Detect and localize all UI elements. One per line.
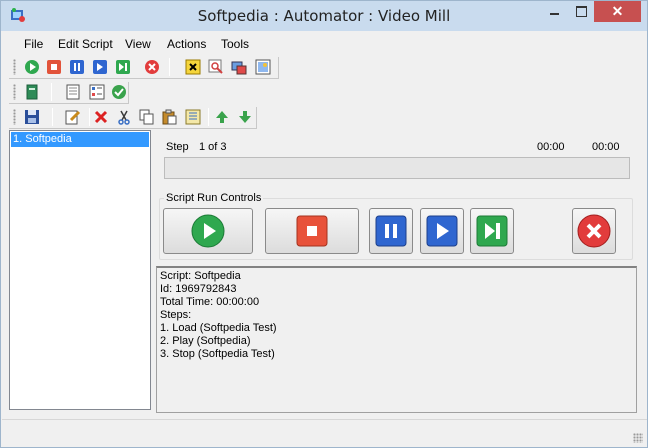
menu-edit-script[interactable]: Edit Script — [58, 37, 113, 51]
details-line: 1. Load (Softpedia Test) — [160, 322, 277, 334]
toolbar-separator — [208, 108, 209, 126]
edit-icon[interactable] — [65, 109, 81, 125]
next-icon — [476, 215, 508, 247]
cut-icon[interactable] — [116, 109, 132, 125]
next-icon[interactable] — [115, 59, 131, 75]
stop-icon[interactable] — [46, 59, 62, 75]
total-time: 00:00 — [592, 141, 620, 153]
step-label: Step — [166, 141, 189, 153]
menu-tools[interactable]: Tools — [221, 37, 249, 51]
save-icon[interactable] — [24, 109, 40, 125]
properties-icon[interactable] — [185, 109, 201, 125]
image-icon[interactable] — [255, 59, 271, 75]
toolbar-separator — [52, 108, 53, 126]
maximize-button[interactable] — [568, 1, 594, 22]
pause-icon[interactable] — [69, 59, 85, 75]
close-icon: ✕ — [611, 3, 624, 19]
play-icon — [191, 214, 225, 248]
menu-actions[interactable]: Actions — [167, 37, 206, 51]
down-arrow-icon[interactable] — [237, 109, 253, 125]
toolbar-grip[interactable] — [13, 84, 16, 100]
stop-icon — [296, 215, 328, 247]
details-line: Script: Softpedia — [160, 270, 241, 282]
pause-button[interactable] — [369, 208, 413, 254]
abort-button[interactable] — [572, 208, 616, 254]
menu-view[interactable]: View — [125, 37, 151, 51]
details-line: Total Time: 00:00:00 — [160, 296, 260, 308]
details-line: 3. Stop (Softpedia Test) — [160, 348, 275, 360]
capture-icon[interactable] — [231, 59, 247, 75]
delete-icon[interactable] — [93, 109, 109, 125]
list-icon[interactable] — [89, 84, 105, 100]
resize-grip[interactable] — [633, 433, 643, 443]
next-button[interactable] — [470, 208, 514, 254]
toolbar-edit — [9, 105, 261, 129]
details-line: 2. Play (Softpedia) — [160, 335, 251, 347]
pause-icon — [375, 215, 407, 247]
toolbar-run — [9, 55, 281, 79]
script-list[interactable]: 1. Softpedia — [9, 130, 151, 410]
toolbar-grip[interactable] — [13, 109, 16, 125]
step-button[interactable] — [420, 208, 464, 254]
details-line: Id: 1969792843 — [160, 283, 237, 295]
run-controls-title: Script Run Controls — [164, 192, 264, 204]
menu-bar: File Edit Script View Actions Tools — [9, 31, 639, 53]
close-button[interactable]: ✕ — [594, 1, 641, 22]
play-icon[interactable] — [24, 59, 40, 75]
play-button[interactable] — [163, 208, 253, 254]
close-circle-icon — [577, 214, 611, 248]
notebook-icon[interactable] — [65, 84, 81, 100]
details-line: Steps: — [160, 309, 192, 321]
status-bar — [2, 419, 647, 447]
script-details-text[interactable]: Script: Softpedia Id: 1969792843 Total T… — [156, 266, 637, 413]
toolbar-separator — [89, 108, 90, 126]
check-circle-icon[interactable] — [111, 84, 127, 100]
elapsed-time: 00:00 — [537, 141, 565, 153]
step-value: 1 of 3 — [199, 141, 227, 153]
toolbar-grip[interactable] — [13, 59, 16, 75]
app-window: Softpedia : Automator : Video Mill ✕ Fil… — [0, 0, 648, 448]
x-box-icon[interactable] — [185, 59, 201, 75]
minimize-button[interactable] — [541, 1, 568, 22]
title-bar: Softpedia : Automator : Video Mill ✕ — [1, 1, 647, 31]
up-arrow-icon[interactable] — [214, 109, 230, 125]
zoom-icon[interactable] — [208, 59, 224, 75]
copy-icon[interactable] — [139, 109, 155, 125]
step-progress-bar — [164, 157, 630, 179]
list-item[interactable]: 1. Softpedia — [11, 132, 149, 147]
paste-icon[interactable] — [162, 109, 178, 125]
toolbar-script — [9, 80, 131, 104]
book-icon[interactable] — [24, 84, 40, 100]
close-circle-icon[interactable] — [144, 59, 160, 75]
toolbar-separator — [169, 58, 170, 76]
menu-file[interactable]: File — [24, 37, 43, 51]
step-icon — [426, 215, 458, 247]
stop-button[interactable] — [265, 208, 359, 254]
toolbar-separator — [51, 83, 52, 101]
step-icon[interactable] — [92, 59, 108, 75]
